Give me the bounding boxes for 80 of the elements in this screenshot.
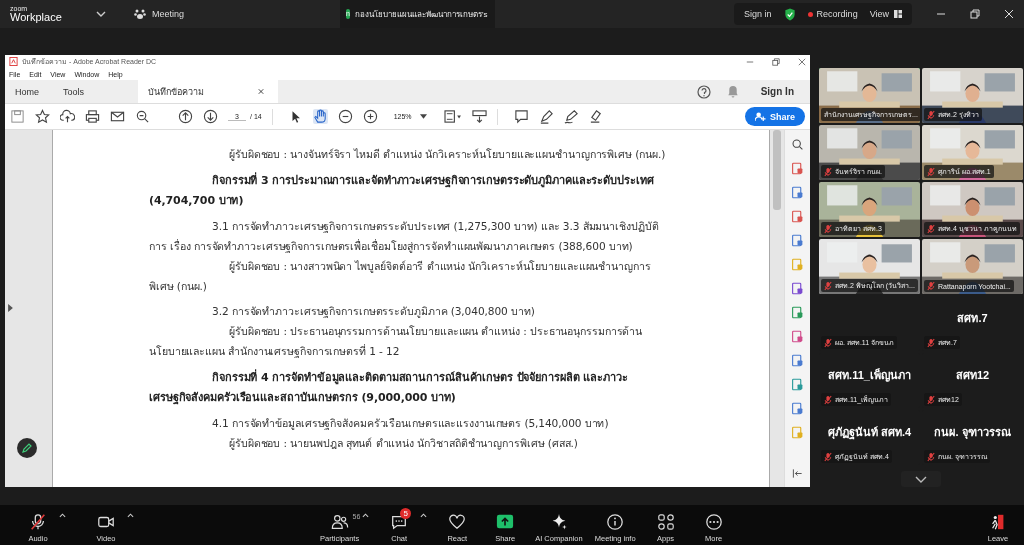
pen-icon[interactable] [563,109,579,124]
caret-icon[interactable] [127,513,134,518]
recording-indicator: Recording [807,9,858,19]
search-icon[interactable] [135,109,150,124]
meeting-menu[interactable]: Meeting [134,8,185,20]
comment-icon[interactable] [513,109,529,124]
restore-icon[interactable] [970,9,980,19]
section-heading: กิจกรรมที่ 3 การประมาณการและจัดทำภาวะเศรษฐกิจการเกษตรระดับภูมิภาคและระดับประเทศ (4,704,700 บาท) [149,171,655,209]
next-page-icon[interactable] [203,109,218,124]
participant-display-name: ศุภัฏฐนันท์ สศท.4 [827,424,912,441]
tool-icon[interactable] [791,210,804,223]
mail-icon[interactable] [110,109,125,124]
participant-display-name: สศท12 [955,367,990,383]
tool-icon[interactable] [791,186,804,199]
zoom-in-icon[interactable] [362,109,378,124]
tool-icon[interactable] [791,354,804,367]
tool-icon[interactable] [791,306,804,319]
edit-icon[interactable] [17,438,37,458]
brand-text: Workplace [10,12,63,23]
tab[interactable]: Home [5,80,53,103]
star-icon[interactable] [35,109,50,124]
search-icon[interactable] [791,138,804,151]
layout-icon [894,10,902,18]
caret-icon[interactable] [59,513,66,518]
more-participants-button[interactable] [901,471,941,487]
chevron-down-icon[interactable] [96,11,106,17]
zoom-out-icon[interactable] [337,109,353,124]
add-person-icon [755,111,766,122]
collapse-pane-icon[interactable] [792,468,803,479]
paragraph: 3.1 การจัดทำภาวะเศรษฐกิจการเกษตรระดับประเทศ (1,275,300 บาท) และ 3.3 สัมมนาเชิงปฏิบัติการ เรื่อง การจัดทำภาวะเศรษฐกิจการเกษตรเพื่อเชื่อมโยงสู่การจัดทำแผนพัฒนาภาคเกษตร (388,600 บาท) [149,219,660,255]
unread-badge: 5 [400,508,412,519]
sign-in-button[interactable]: Sign in [744,9,772,19]
paragraph: 4.1 การจัดทำข้อมูลเศรษฐกิจสังคมครัวเรือนเกษตรและแรงงานเกษตร (5,140,000 บาท) [211,416,610,432]
caret-icon[interactable] [420,513,428,518]
section-heading: กิจกรรมที่ 4 การจัดทำข้อมูลและติดตามสถานการณ์สินค้าเกษตร ปัจจัยการผลิต และภาวะเศรษฐกิจสังคมครัวเรือนและสถาบันเกษตรกร (9,000,000 บาท) [149,368,629,407]
participant-display-name: สศท.7 [957,310,988,326]
upload-icon[interactable] [60,109,75,124]
tab[interactable]: Tools [53,80,99,103]
fit-page-icon[interactable] [442,109,462,124]
paragraph: ผู้รับผิดชอบ : นายนพปฎล สุทนต์ ตำแหน่ง นักวิชาสถิติชำนาญการพิเศษ (ศสส.) [228,436,579,452]
scrollbar-thumb[interactable] [773,130,781,210]
share-screen-icon [496,513,515,531]
share-button[interactable]: Share [745,107,805,126]
chevron-down-icon [915,475,927,483]
participant-display-name: กนผ. จุฑาวรรณ [934,424,1011,441]
save-icon[interactable] [10,109,25,124]
caret-icon[interactable] [362,513,370,518]
stamp-icon[interactable] [588,109,604,124]
tool-icon[interactable] [791,162,804,175]
paragraph: ผู้รับผิดชอบ : นางจันทร์จิรา ไหมดี ตำแหน่ง นักวิเคราะห์นโยบายและแผนชำนาญการพิเศษ (กนผ.) [228,147,667,163]
tool-icon[interactable] [791,234,804,247]
more-icon [704,513,723,531]
print-icon[interactable] [85,109,100,124]
heart-icon [448,513,467,531]
highlighter-icon[interactable] [538,109,554,124]
previous-page-icon[interactable] [178,109,193,124]
tab[interactable]: บันทึกข้อความ [138,80,279,103]
paragraph: ผู้รับผิดชอบ : ประธานอนุกรรมการด้านนโยบายและแผน ตำแหน่ง : ประธานอนุกรรมการด้านนโยบายและแผน สำนักงานเศรษฐกิจการเกษตรที่ 1 - 12 [149,324,644,360]
paw-icon [134,8,146,20]
expand-pane-icon[interactable] [8,304,13,312]
paragraph: 3.2 การจัดทำภาวะเศรษฐกิจการเกษตรระดับภูมิภาค (3,040,800 บาท) [211,304,536,320]
sign-in-button[interactable]: Sign In [754,85,800,98]
paragraph: ผู้รับผิดชอบ : นางสาวพนิดา ไพบูลย์จิตต์อารี ตำแหน่ง นักวิเคราะห์นโยบายและแผนชำนาญการพิเศษ (กนผ.) [149,259,652,294]
tool-icon[interactable] [791,282,804,295]
share-title: กองนโยบายแผนและพัฒนาการเกษตร's [354,8,488,21]
chat-icon [390,513,409,531]
shield-icon [783,7,796,21]
hand-icon[interactable] [312,109,328,124]
participant-display-name: สศท.11_เพ็ญนภา [828,367,911,384]
restore-icon[interactable] [772,57,780,66]
scroll-mode-icon[interactable] [471,109,487,124]
view-button[interactable]: View [869,9,902,19]
apps-icon [656,513,675,531]
caret-icon [419,114,427,119]
tool-icon[interactable] [791,402,804,415]
info-icon [606,513,625,531]
tool-icon[interactable] [791,330,804,343]
tool-icon[interactable] [791,378,804,391]
people-icon [330,513,349,531]
help-icon[interactable] [696,84,711,99]
